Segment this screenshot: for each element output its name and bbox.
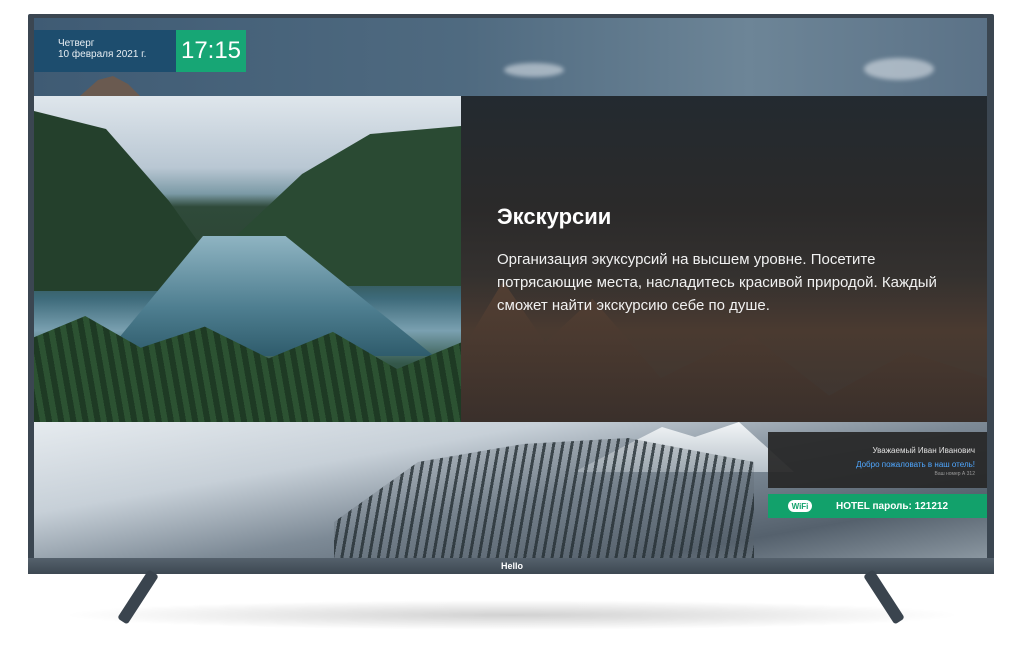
tv-screen: Четверг 10 февраля 2021 г. 17:15 Экскурс… (34, 18, 987, 558)
weekday-label: Четверг (58, 38, 95, 49)
wifi-password-text: HOTEL пароль: 121212 (836, 500, 949, 512)
lake-photo (34, 96, 461, 422)
excursion-info-panel: Экскурсии Организация экуксурсий на высш… (461, 96, 987, 422)
cloud-shape (864, 58, 934, 80)
guest-welcome-card: Уважаемый Иван Иванович Добро пожаловать… (768, 432, 987, 488)
room-number: Ваш номер А 312 (934, 471, 975, 477)
clock-time: 17:15 (176, 30, 246, 72)
welcome-message: Добро пожаловать в наш отель! (856, 460, 975, 469)
floor-shadow (60, 600, 964, 630)
wifi-icon: WiFi (788, 500, 812, 512)
guest-name: Уважаемый Иван Иванович (872, 446, 975, 455)
date-label: 10 февраля 2021 г. (58, 49, 147, 60)
date-block: Четверг 10 февраля 2021 г. (34, 30, 176, 72)
slide-description: Организация экуксурсий на высшем уровне.… (497, 251, 937, 314)
tv-brand-logo: Hello (500, 561, 523, 571)
slide-title: Экскурсии (497, 204, 612, 229)
cloud-shape (504, 63, 564, 77)
datetime-widget: Четверг 10 февраля 2021 г. 17:15 (34, 30, 246, 72)
wifi-password-bar: WiFi HOTEL пароль: 121212 (768, 494, 987, 518)
